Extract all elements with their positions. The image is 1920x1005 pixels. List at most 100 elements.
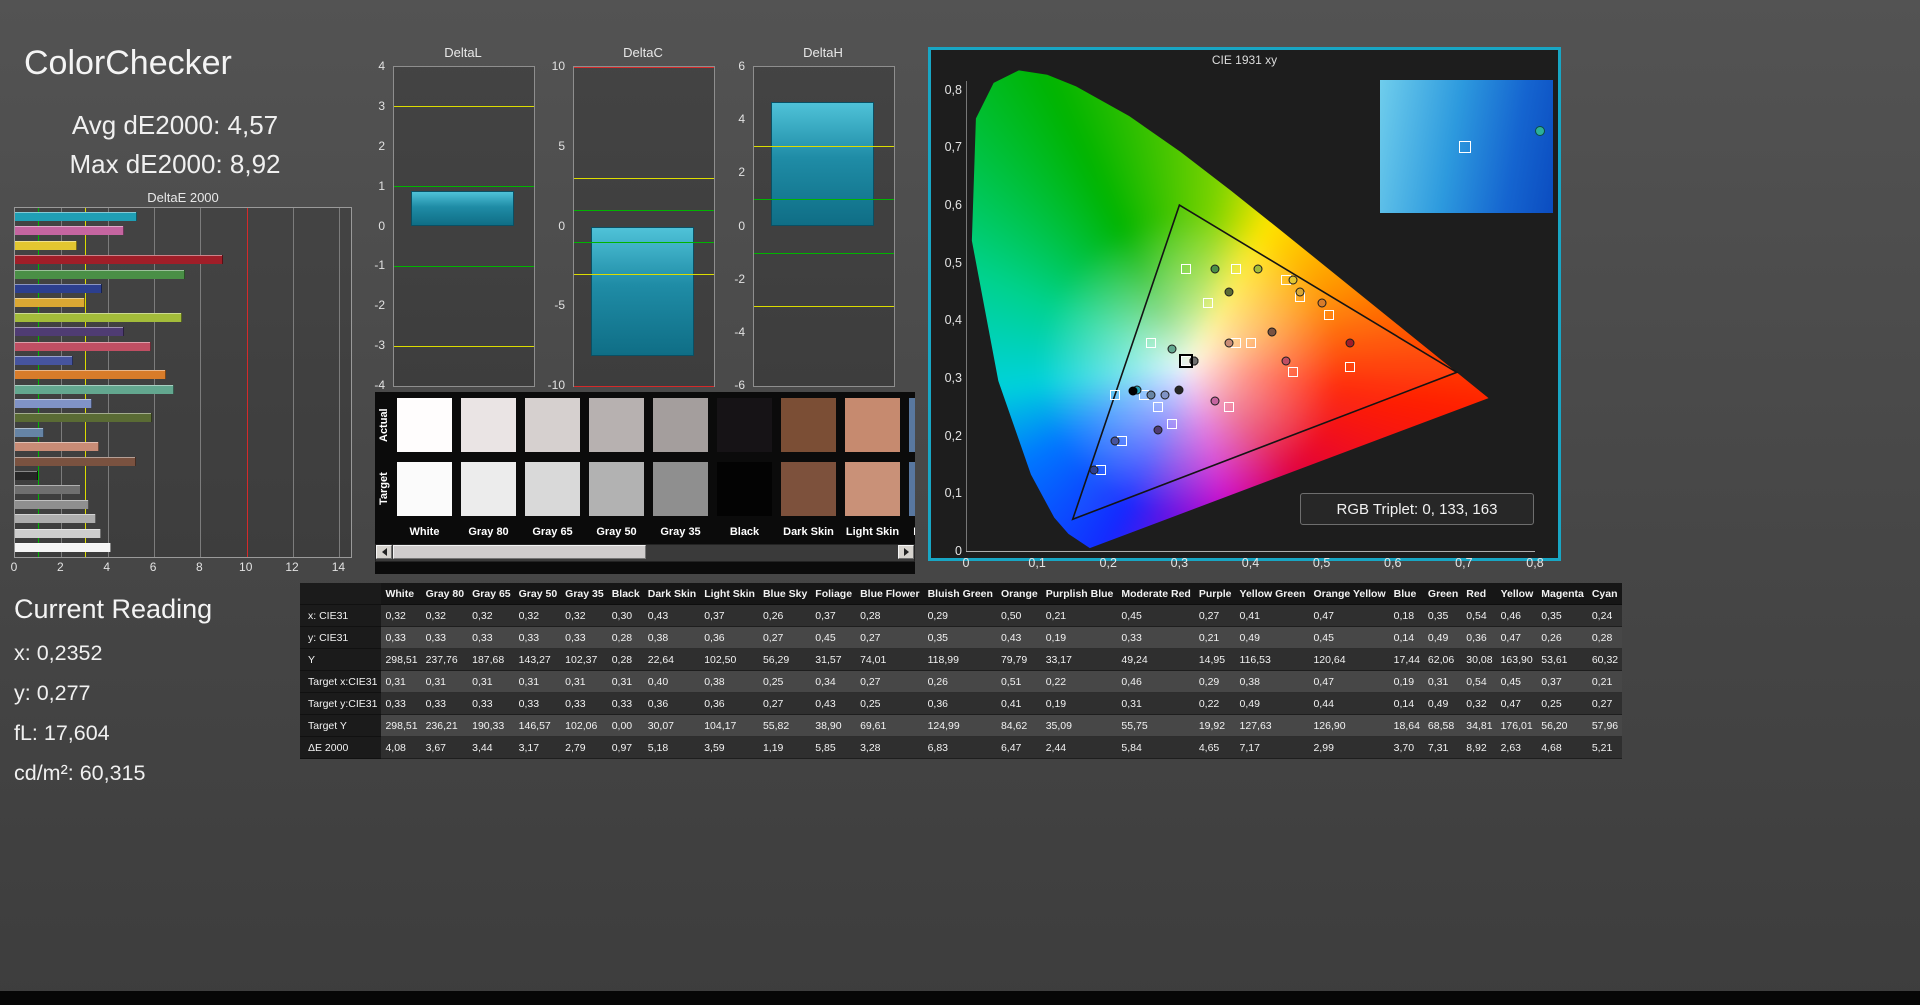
deltal-y-axis: 4 3 2 1 0 -1 -2 -3 -4 xyxy=(360,59,389,392)
swatch-target-black[interactable] xyxy=(717,462,772,516)
table-cell: 0,33 xyxy=(421,692,469,715)
table-cell: 74,01 xyxy=(856,648,924,671)
axis-tick-label: 0,6 xyxy=(1384,556,1402,570)
swatch-grid xyxy=(397,398,915,516)
swatch-target-white[interactable] xyxy=(397,462,452,516)
table-cell: 163,90 xyxy=(1496,648,1538,671)
swatch-actual-black[interactable] xyxy=(717,398,772,452)
swatch-target-gray-65[interactable] xyxy=(525,462,580,516)
swatch-target-light-skin[interactable] xyxy=(845,462,900,516)
axis-tick-label: -3 xyxy=(374,338,385,353)
table-cell: 56,20 xyxy=(1537,714,1588,737)
table-cell: 53,61 xyxy=(1537,648,1588,671)
swatch-target-gray-50[interactable] xyxy=(589,462,644,516)
cie-target-orange xyxy=(1323,309,1334,320)
deltae-bar-moderate-red xyxy=(15,341,152,351)
table-cell: 3,59 xyxy=(700,736,759,759)
deltah-y-axis: 6 4 2 0 -2 -4 -6 xyxy=(720,59,749,392)
cie-target-dark-skin xyxy=(1245,338,1256,349)
cie-1931-panel[interactable]: CIE 1931 xy 0 0,1 0,2 0,3 0,4 0,5 0,6 0,7 0,8 00… xyxy=(928,47,1561,570)
column-header-magenta: Magenta xyxy=(1537,583,1588,605)
table-cell: 0,36 xyxy=(1462,626,1497,649)
measurement-table: White Gray 80 Gray 65 Gray 50 Gray 35 Black Da… xyxy=(300,583,1623,759)
reference-line xyxy=(574,241,714,243)
table-cell: 0,28 xyxy=(856,604,924,627)
swatch-actual-white[interactable] xyxy=(397,398,452,452)
swatch-actual-gray-35[interactable] xyxy=(653,398,708,452)
axis-tick-label: 4 xyxy=(103,560,111,574)
table-cell: 0,38 xyxy=(700,670,759,693)
cie-measured-green xyxy=(1210,264,1220,274)
axis-tick-label: -2 xyxy=(374,298,385,313)
swatch-scrollbar[interactable] xyxy=(375,544,915,562)
table-cell: 104,17 xyxy=(700,714,759,737)
deltae-bar-purplish-blue xyxy=(15,355,73,365)
deltac-chart[interactable]: DeltaC 10 5 0 -5 -10 xyxy=(540,45,718,395)
cie-target-green xyxy=(1181,263,1192,274)
summary-stats: Avg dE2000: 4,57 Max dE2000: 8,92 xyxy=(20,106,330,184)
swatch-target-gray-35[interactable] xyxy=(653,462,708,516)
table-cell: 0,21 xyxy=(1194,626,1236,649)
column-header-dark-skin: Dark Skin xyxy=(643,583,701,605)
reference-line xyxy=(574,66,714,68)
deltah-plot xyxy=(753,66,895,387)
reading-x: x: 0,2352 xyxy=(14,641,103,665)
deltac-bar xyxy=(590,226,695,356)
axis-tick-label: 6 xyxy=(738,59,745,73)
axis-tick-label: 2 xyxy=(738,165,745,180)
swatch-actual-gray-50[interactable] xyxy=(589,398,644,452)
swatch-actual-blue-sky[interactable] xyxy=(909,398,915,452)
deltah-chart[interactable]: DeltaH 6 4 2 0 -2 -4 -6 xyxy=(720,45,898,395)
current-reading-panel: Current Reading x: 0,2352 y: 0,277 fL: 1… xyxy=(14,594,212,801)
axis-tick-label: -4 xyxy=(734,324,745,339)
swatch-actual-dark-skin[interactable] xyxy=(781,398,836,452)
scroll-right-button[interactable] xyxy=(898,545,914,559)
swatch-actual-gray-80[interactable] xyxy=(461,398,516,452)
scrollbar-thumb[interactable] xyxy=(393,545,646,559)
colorchecker-screen: ColorChecker Avg dE2000: 4,57 Max dE2000… xyxy=(0,0,1920,1005)
swatch-actual-gray-65[interactable] xyxy=(525,398,580,452)
table-cell: 4,65 xyxy=(1194,736,1236,759)
table-cell: 0,49 xyxy=(1235,626,1310,649)
column-header-orange-yellow: Orange Yellow xyxy=(1309,583,1390,605)
table-cell: 0,49 xyxy=(1235,692,1310,715)
table-cell: 0,47 xyxy=(1309,604,1390,627)
axis-tick-label: 0,1 xyxy=(944,486,962,501)
deltae-bar-gray-65 xyxy=(15,514,96,524)
scroll-left-button[interactable] xyxy=(376,545,392,559)
table-cell: 0,50 xyxy=(996,604,1042,627)
axis-tick-label: 14 xyxy=(331,560,346,574)
table-cell: 2,99 xyxy=(1309,736,1390,759)
reading-y: y: 0,277 xyxy=(14,681,91,705)
column-header-purple: Purple xyxy=(1194,583,1236,605)
swatch-target-blue-sky[interactable] xyxy=(909,462,915,516)
table-cell: 0,31 xyxy=(1117,692,1195,715)
reference-line xyxy=(754,199,894,201)
swatch-label-gray-35: Gray 35 xyxy=(660,526,701,538)
deltae2000-chart[interactable]: DeltaE 2000 0 2 4 6 8 10 12 14 xyxy=(11,190,352,580)
inset-target-marker xyxy=(1459,141,1471,153)
table-cell: 0,54 xyxy=(1462,670,1497,693)
table-cell: 0,36 xyxy=(923,692,997,715)
table-cell: 176,01 xyxy=(1496,714,1538,737)
deltal-chart[interactable]: DeltaL 4 3 2 1 0 -1 -2 -3 -4 xyxy=(360,45,538,395)
deltae-bar-yellow xyxy=(15,240,77,250)
reference-line xyxy=(394,186,534,188)
cie-measured-light-skin xyxy=(1224,338,1234,348)
table-cell: 22,64 xyxy=(643,648,701,671)
table-cell: 0,32 xyxy=(561,604,608,627)
column-header-gray-65: Gray 65 xyxy=(468,583,515,605)
table-cell: 0,33 xyxy=(561,692,608,715)
table-cell: 0,00 xyxy=(607,714,644,737)
deltae-bar-light-skin xyxy=(15,442,100,452)
table-cell: 0,46 xyxy=(1117,670,1195,693)
swatch-target-gray-80[interactable] xyxy=(461,462,516,516)
table-cell: 0,43 xyxy=(996,626,1042,649)
deltae-bar-blue-flower xyxy=(15,399,92,409)
swatch-actual-light-skin[interactable] xyxy=(845,398,900,452)
table-cell: 0,35 xyxy=(1537,604,1588,627)
column-header-blue: Blue xyxy=(1389,583,1424,605)
axis-tick-label: 0 xyxy=(955,544,962,558)
table-cell: 60,32 xyxy=(1587,648,1623,671)
swatch-target-dark-skin[interactable] xyxy=(781,462,836,516)
